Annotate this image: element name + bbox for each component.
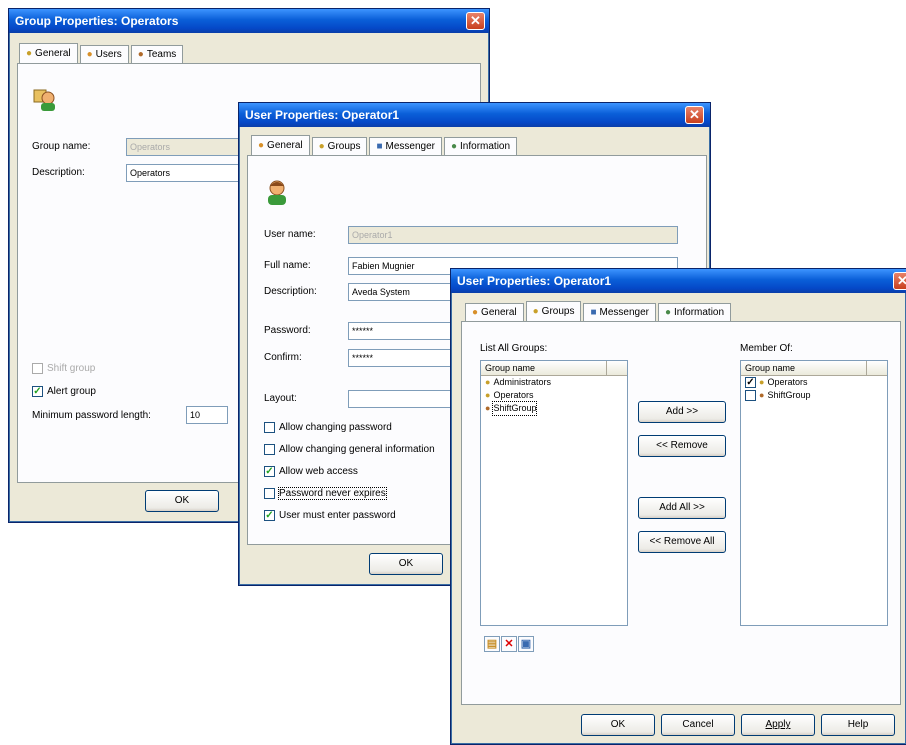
shift-group-checkbox[interactable]: Shift group — [32, 363, 95, 374]
column-header[interactable]: Group name — [481, 361, 627, 376]
help-button[interactable]: Help — [821, 714, 895, 736]
full-name-label: Full name: — [264, 260, 311, 271]
user-properties-groups-window: User Properties: Operator1 ✕ ● General ●… — [450, 268, 906, 745]
allow-changing-info-checkbox[interactable]: Allow changing general information — [264, 444, 435, 455]
add-button[interactable]: Add >> — [638, 401, 726, 423]
allow-changing-password-checkbox[interactable]: Allow changing password — [264, 422, 392, 433]
min-password-length-label: Minimum password length: — [32, 410, 151, 421]
close-icon[interactable]: ✕ — [466, 12, 485, 30]
column-header[interactable]: Group name — [741, 361, 887, 376]
tab-groups[interactable]: ● Groups — [311, 137, 368, 155]
tab-general[interactable]: ● General — [19, 43, 78, 63]
list-item[interactable]: ● Operators — [481, 389, 627, 402]
user-must-enter-password-checkbox[interactable]: ✓ User must enter password — [264, 510, 396, 521]
close-icon[interactable]: ✕ — [685, 106, 704, 124]
shift-group-icon: ● — [759, 390, 765, 400]
group-window-titlebar[interactable]: Group Properties: Operators — [9, 9, 489, 33]
checkmark-icon[interactable]: ✓ — [745, 377, 756, 388]
new-group-icon[interactable]: ▤ — [484, 636, 500, 652]
information-icon: ● — [450, 141, 458, 152]
group-window-title: Group Properties: Operators — [15, 14, 179, 28]
tab-general[interactable]: ● General — [251, 135, 310, 155]
list-item[interactable]: ● Administrators — [481, 376, 627, 389]
member-of-label: Member Of: — [740, 343, 793, 354]
remove-button[interactable]: << Remove — [638, 435, 726, 457]
user-window-title: User Properties: Operator1 — [245, 108, 400, 122]
shift-group-icon: ● — [485, 403, 491, 413]
member-groups-list[interactable]: Group name ✓ ● Operators ● ShiftGroup — [740, 360, 888, 626]
description-label: Description: — [32, 167, 85, 178]
list-item[interactable]: ● ShiftGroup — [481, 401, 627, 416]
user-groups-titlebar[interactable]: User Properties: Operator1 — [451, 269, 906, 293]
user-icon: ● — [86, 49, 93, 60]
information-icon: ● — [664, 307, 672, 318]
confirm-label: Confirm: — [264, 352, 302, 363]
description-label: Description: — [264, 286, 317, 297]
ok-button[interactable]: OK — [581, 714, 655, 736]
ok-button[interactable]: OK — [145, 490, 219, 512]
user-groups-panel: List All Groups: Group name ● Administra… — [461, 321, 901, 705]
team-icon: ● — [137, 49, 144, 60]
description-field[interactable]: Operators — [126, 164, 246, 182]
group-icon: ● — [485, 377, 491, 387]
add-all-button[interactable]: Add All >> — [638, 497, 726, 519]
layout-label: Layout: — [264, 393, 297, 404]
user-large-icon — [268, 180, 286, 205]
tab-teams[interactable]: ● Teams — [130, 45, 184, 63]
group-icon: ● — [318, 141, 325, 152]
checkmark-icon: ✓ — [264, 510, 275, 521]
group-name-field[interactable]: Operators — [126, 138, 246, 156]
checkbox-unchecked-icon[interactable] — [745, 390, 756, 401]
messenger-icon: ■ — [590, 307, 597, 318]
group-large-icon — [33, 89, 55, 111]
list-toolbar: ▤ ✕ ▣ — [484, 636, 535, 652]
all-groups-list[interactable]: Group name ● Administrators ● Operators … — [480, 360, 628, 626]
ok-button[interactable]: OK — [369, 553, 443, 575]
tab-messenger[interactable]: ■ Messenger — [369, 137, 442, 155]
user-window-titlebar[interactable]: User Properties: Operator1 — [239, 103, 710, 127]
cancel-button[interactable]: Cancel — [661, 714, 735, 736]
user-icon: ● — [258, 140, 265, 151]
group-icon: ● — [26, 48, 33, 59]
list-item[interactable]: ✓ ● Operators — [741, 376, 887, 389]
tab-information[interactable]: ● Information — [443, 137, 518, 155]
tab-users[interactable]: ● Users — [79, 45, 129, 63]
checkbox-unchecked-icon — [264, 444, 275, 455]
user-name-label: User name: — [264, 229, 316, 240]
delete-icon[interactable]: ✕ — [501, 636, 517, 652]
checkmark-icon: ✓ — [32, 386, 43, 397]
group-icon: ● — [485, 390, 491, 400]
min-password-length-field[interactable]: 10 — [186, 406, 228, 424]
tab-messenger[interactable]: ■ Messenger — [583, 303, 656, 321]
remove-all-button[interactable]: << Remove All — [638, 531, 726, 553]
tab-information[interactable]: ● Information — [657, 303, 732, 321]
messenger-icon: ■ — [376, 141, 383, 152]
password-never-expires-checkbox[interactable]: Password never expires — [264, 487, 387, 500]
list-all-groups-label: List All Groups: — [480, 343, 548, 354]
checkbox-unchecked-icon — [264, 422, 275, 433]
list-item[interactable]: ● ShiftGroup — [741, 389, 887, 402]
group-icon: ● — [532, 306, 539, 317]
properties-icon[interactable]: ▣ — [518, 636, 534, 652]
tab-general[interactable]: ● General — [465, 303, 524, 321]
group-icon: ● — [759, 377, 765, 387]
user-name-field[interactable]: Operator1 — [348, 226, 678, 244]
alert-group-checkbox[interactable]: ✓ Alert group — [32, 386, 96, 397]
user-groups-title: User Properties: Operator1 — [457, 274, 612, 288]
tab-groups[interactable]: ● Groups — [525, 301, 582, 321]
checkmark-icon: ✓ — [264, 466, 275, 477]
close-icon[interactable]: ✕ — [893, 272, 906, 290]
user-icon: ● — [472, 307, 479, 318]
allow-web-access-checkbox[interactable]: ✓ Allow web access — [264, 466, 358, 477]
group-name-label: Group name: — [32, 141, 91, 152]
checkbox-unchecked-icon — [32, 363, 43, 374]
password-label: Password: — [264, 325, 311, 336]
checkbox-unchecked-icon — [264, 488, 275, 499]
apply-button[interactable]: Apply — [741, 714, 815, 736]
